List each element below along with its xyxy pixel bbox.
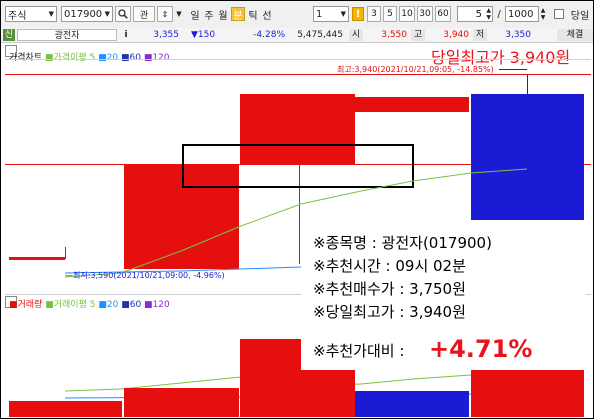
volume-ma-label: 거래이평 bbox=[53, 300, 87, 310]
low-note-text: 최저:3,590(2021/10/21,09:00, -4.96%) bbox=[73, 271, 225, 280]
popup-recommend-time: ※추천시간 : 09시 02분 bbox=[313, 257, 466, 275]
vma60-label: 60 bbox=[129, 300, 142, 310]
volume-panel-legend: ■거래량 ■거래이평 5 ■20 ■60 ■120 bbox=[9, 300, 170, 310]
vma120-label: 120 bbox=[152, 300, 170, 310]
chart-window: 주식 ▼ 017900 ▼ 관 ⇕ ▼ 일 주 월 분 틱 선 1 ▼ ! 3 … bbox=[0, 0, 594, 419]
vma20-label: 20 bbox=[106, 300, 119, 310]
popup-buy-price: ※추천매수가 : 3,750원 bbox=[313, 280, 466, 298]
recommendation-popup: ※종목명 : 광전자(017900) ※추천시간 : 09시 02분 ※추천매수… bbox=[301, 222, 586, 370]
popup-stock-name: ※종목명 : 광전자(017900) bbox=[313, 234, 492, 252]
popup-daily-high: ※당일최고가 : 3,940원 bbox=[313, 303, 466, 321]
vma5-label: 5 bbox=[89, 300, 96, 310]
volume-tab[interactable]: 거래량 bbox=[18, 300, 43, 310]
popup-rate-label: ※추천가대비 : bbox=[313, 342, 405, 360]
low-note: —최저:3,590(2021/10/21,09:00, -4.96%) bbox=[65, 271, 225, 280]
popup-rate-value: +4.71% bbox=[429, 335, 533, 363]
volume-bar bbox=[9, 401, 122, 417]
volume-bar bbox=[355, 391, 469, 417]
volume-bar bbox=[124, 388, 239, 417]
